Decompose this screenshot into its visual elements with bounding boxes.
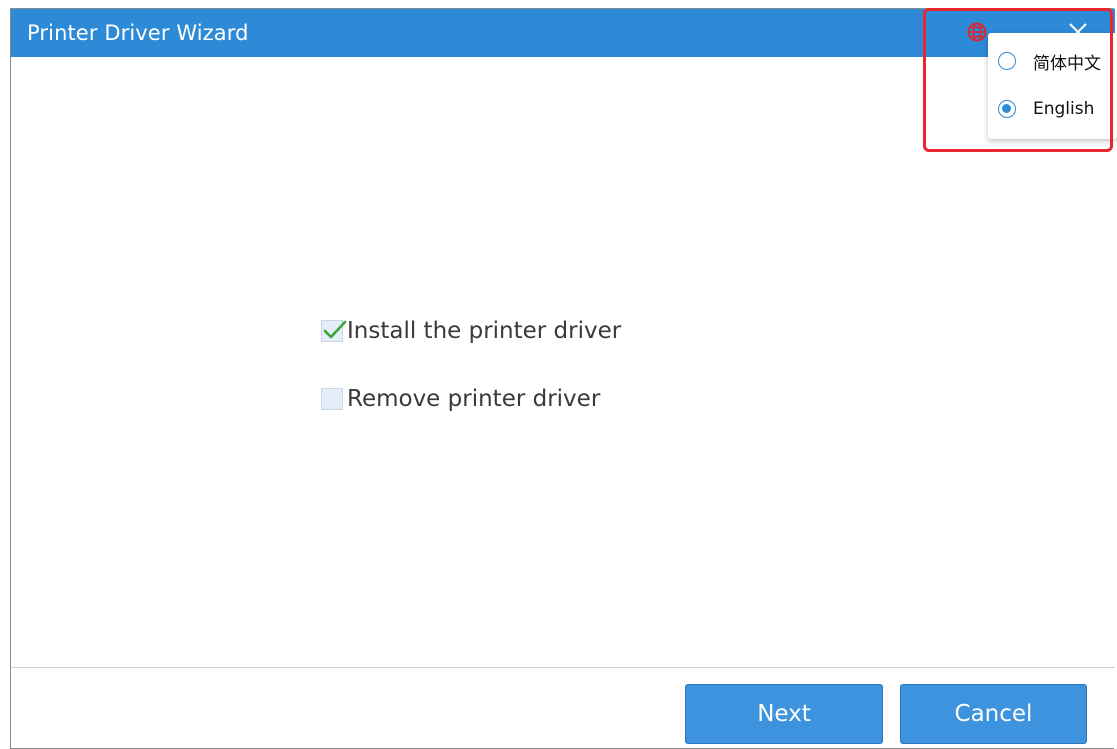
wizard-window: Printer Driver Wizard Install the printe…	[10, 8, 1115, 749]
language-menu: 简体中文 English	[988, 33, 1117, 139]
language-option-chinese[interactable]: 简体中文	[998, 47, 1101, 75]
language-label-english: English	[1033, 99, 1095, 119]
remove-driver-option[interactable]: Remove printer driver	[321, 384, 600, 414]
install-driver-checkbox[interactable]	[321, 320, 347, 342]
next-button[interactable]: Next	[685, 684, 883, 744]
cancel-button[interactable]: Cancel	[900, 684, 1087, 744]
remove-driver-checkbox[interactable]	[321, 388, 343, 410]
footer-divider	[11, 667, 1115, 668]
language-radio-chinese[interactable]	[998, 52, 1016, 70]
language-label-chinese: 简体中文	[1033, 53, 1101, 74]
globe-icon[interactable]	[967, 22, 987, 42]
language-radio-english[interactable]	[998, 100, 1016, 118]
install-driver-option[interactable]: Install the printer driver	[321, 316, 621, 346]
title-bar: Printer Driver Wizard	[11, 9, 1115, 57]
checkmark-icon	[323, 320, 347, 339]
install-driver-label: Install the printer driver	[347, 318, 622, 344]
remove-driver-label: Remove printer driver	[347, 386, 601, 412]
language-option-english[interactable]: English	[998, 95, 1094, 123]
window-title: Printer Driver Wizard	[27, 21, 249, 45]
